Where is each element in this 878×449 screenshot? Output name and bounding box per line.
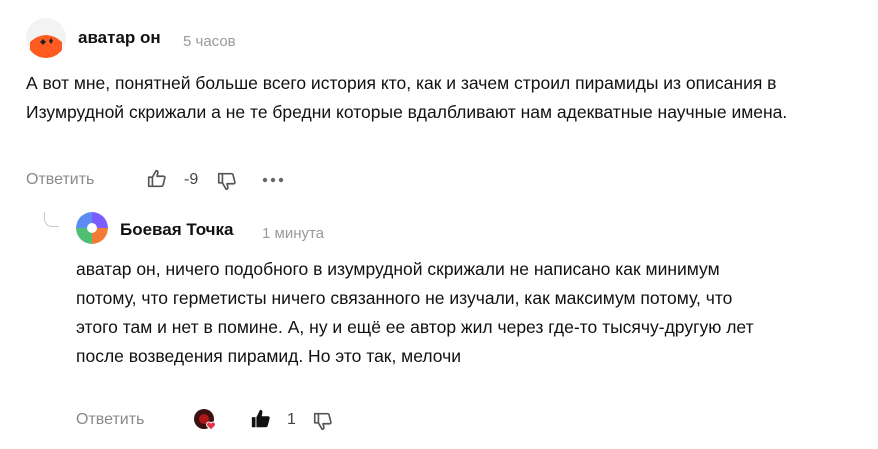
thread-connector <box>44 212 59 227</box>
thumb-up-filled-icon <box>251 409 270 428</box>
fox-avatar-icon <box>26 18 66 58</box>
reply-text: аватар он, ничего подобного в изумрудной… <box>76 259 754 366</box>
more-button[interactable] <box>262 172 284 190</box>
reply-score: 1 <box>287 411 296 428</box>
comment-text: А вот мне, понятней больше всего история… <box>26 73 788 122</box>
like-button[interactable] <box>250 408 272 435</box>
like-button[interactable] <box>146 168 168 195</box>
reaction-avatar-heart-icon <box>194 409 216 431</box>
reaction-badge[interactable] <box>193 408 219 437</box>
dislike-button[interactable] <box>312 410 334 437</box>
comment-score: -9 <box>184 171 199 188</box>
pie-avatar-icon <box>76 212 108 244</box>
thumb-up-outline-icon <box>147 169 166 188</box>
more-dots-icon <box>262 177 284 183</box>
dislike-button[interactable] <box>216 170 238 197</box>
reply-timestamp: 1 минута <box>262 225 325 242</box>
reply-button[interactable]: Ответить <box>76 411 144 428</box>
thumb-down-outline-icon <box>217 172 236 191</box>
comment-author[interactable]: аватар он <box>78 28 161 48</box>
avatar[interactable] <box>26 18 66 58</box>
avatar[interactable] <box>76 212 108 244</box>
thumb-down-outline-icon <box>313 412 332 431</box>
reply-button[interactable]: Ответить <box>26 171 94 188</box>
comment-timestamp: 5 часов <box>183 33 236 50</box>
reply-author[interactable]: Боевая Точка <box>120 220 234 240</box>
